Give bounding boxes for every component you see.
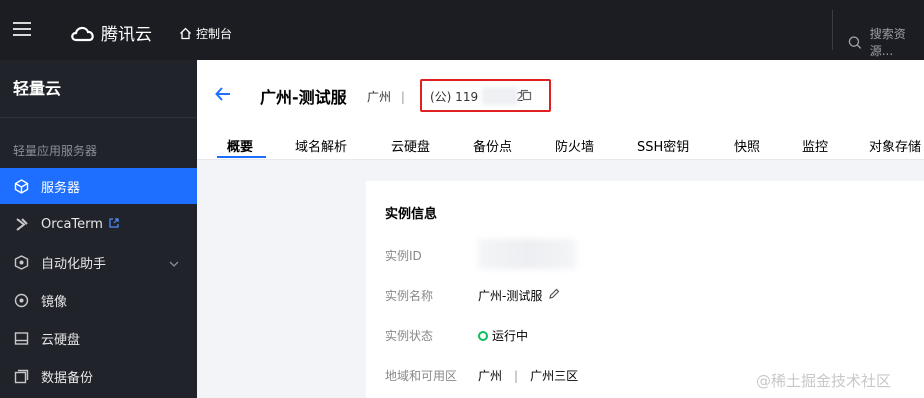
sidebar-item-automation[interactable]: 自动化助手 — [0, 244, 197, 280]
cube-icon — [13, 178, 29, 194]
brand-name: 腾讯云 — [101, 25, 152, 45]
chevron-down-icon[interactable] — [169, 256, 179, 271]
region-label: 广州 | — [367, 88, 405, 105]
instance-info-card: 实例信息 实例ID 实例名称 广州-测试服 实例状态 运行中 地域和可用区 广州… — [366, 181, 924, 398]
tab-dns[interactable]: 域名解析 — [295, 136, 347, 160]
sidebar-item-label: 云硬盘 — [41, 332, 81, 348]
console-label: 控制台 — [196, 27, 233, 41]
region-name: 广州 — [367, 90, 392, 104]
brand-logo[interactable]: 腾讯云 — [70, 20, 152, 45]
watermark: @稀土掘金技术社区 — [756, 372, 892, 390]
card-title: 实例信息 — [385, 207, 438, 222]
sidebar-item-images[interactable]: 镜像 — [0, 282, 197, 318]
sidebar: 轻量云 轻量应用服务器 服务器 OrcaTerm 自动化助手 镜像 云硬盘 数据… — [0, 60, 197, 398]
sidebar-item-label: 自动化助手 — [41, 256, 107, 272]
external-link-icon — [109, 217, 119, 231]
sidebar-section-label: 轻量应用服务器 — [13, 144, 98, 158]
active-tab-indicator — [217, 156, 266, 158]
page-title: 广州-测试服 — [260, 88, 347, 107]
tab-snapshots[interactable]: 快照 — [734, 136, 760, 160]
robot-icon — [13, 254, 29, 270]
redacted-instance-id — [478, 239, 576, 269]
tab-cloud-disk[interactable]: 云硬盘 — [391, 136, 430, 160]
sidebar-divider — [0, 117, 197, 118]
region-zone-label: 地域和可用区 — [385, 369, 458, 383]
tab-ssh-keys[interactable]: SSH密钥 — [637, 136, 689, 160]
region-separator: | — [400, 90, 405, 104]
sidebar-item-backup[interactable]: 数据备份 — [0, 358, 197, 394]
region-value: 广州 — [478, 369, 503, 383]
console-link[interactable]: 控制台 — [179, 25, 232, 42]
top-bar: 腾讯云 控制台 搜索资源... — [0, 0, 924, 60]
sidebar-item-cloud-disk[interactable]: 云硬盘 — [0, 320, 197, 356]
public-ip-prefix: (公) 119 — [430, 90, 479, 104]
instance-name: 广州-测试服 — [478, 289, 543, 303]
instance-status-label: 实例状态 — [385, 329, 434, 343]
status-running-icon — [478, 330, 488, 341]
divider — [832, 10, 833, 50]
sidebar-item-label: OrcaTerm — [41, 216, 103, 232]
instance-name-value: 广州-测试服 — [478, 287, 560, 304]
tab-backup-point[interactable]: 备份点 — [473, 136, 512, 160]
instance-name-label: 实例名称 — [385, 289, 434, 303]
search-icon — [848, 35, 862, 49]
copy-icon[interactable] — [520, 89, 532, 105]
sidebar-item-label: 镜像 — [41, 294, 68, 310]
tab-object-storage[interactable]: 对象存储 — [869, 136, 921, 160]
instance-status-value: 运行中 — [478, 327, 528, 344]
tab-monitoring[interactable]: 监控 — [802, 136, 828, 160]
backup-icon — [13, 368, 29, 384]
sidebar-item-orcaterm[interactable]: OrcaTerm — [0, 206, 197, 242]
tab-bar: 概要 域名解析 云硬盘 备份点 防火墙 SSH密钥 快照 监控 对象存储 — [197, 136, 924, 160]
zone-value: 广州三区 — [530, 369, 579, 383]
disc-icon — [13, 292, 29, 308]
edit-pencil-icon[interactable] — [548, 288, 560, 303]
menu-icon[interactable] — [13, 22, 31, 36]
sidebar-item-label: 服务器 — [41, 180, 81, 196]
terminal-icon — [13, 216, 29, 232]
disk-icon — [13, 330, 29, 346]
cloud-icon — [71, 26, 94, 41]
search-placeholder: 搜索资源... — [869, 27, 906, 58]
sidebar-title: 轻量云 — [13, 79, 62, 98]
public-ip-highlight: (公) 119 2 — [420, 79, 551, 112]
instance-id-label: 实例ID — [385, 249, 422, 263]
back-arrow-icon[interactable] — [215, 87, 231, 105]
search-input[interactable]: 搜索资源... — [848, 25, 924, 59]
redacted-ip — [482, 87, 518, 105]
instance-status: 运行中 — [492, 329, 529, 343]
instance-header: 广州-测试服 广州 | (公) 119 2 概要 域名解析 云硬盘 备份点 防火墙… — [197, 60, 924, 160]
sidebar-item-servers[interactable]: 服务器 — [0, 168, 197, 204]
zone-separator: | — [514, 368, 519, 383]
region-zone-value: 广州 | 广州三区 — [478, 367, 578, 384]
home-icon — [180, 27, 191, 40]
tab-firewall[interactable]: 防火墙 — [555, 136, 594, 160]
sidebar-item-label: 数据备份 — [41, 370, 94, 386]
